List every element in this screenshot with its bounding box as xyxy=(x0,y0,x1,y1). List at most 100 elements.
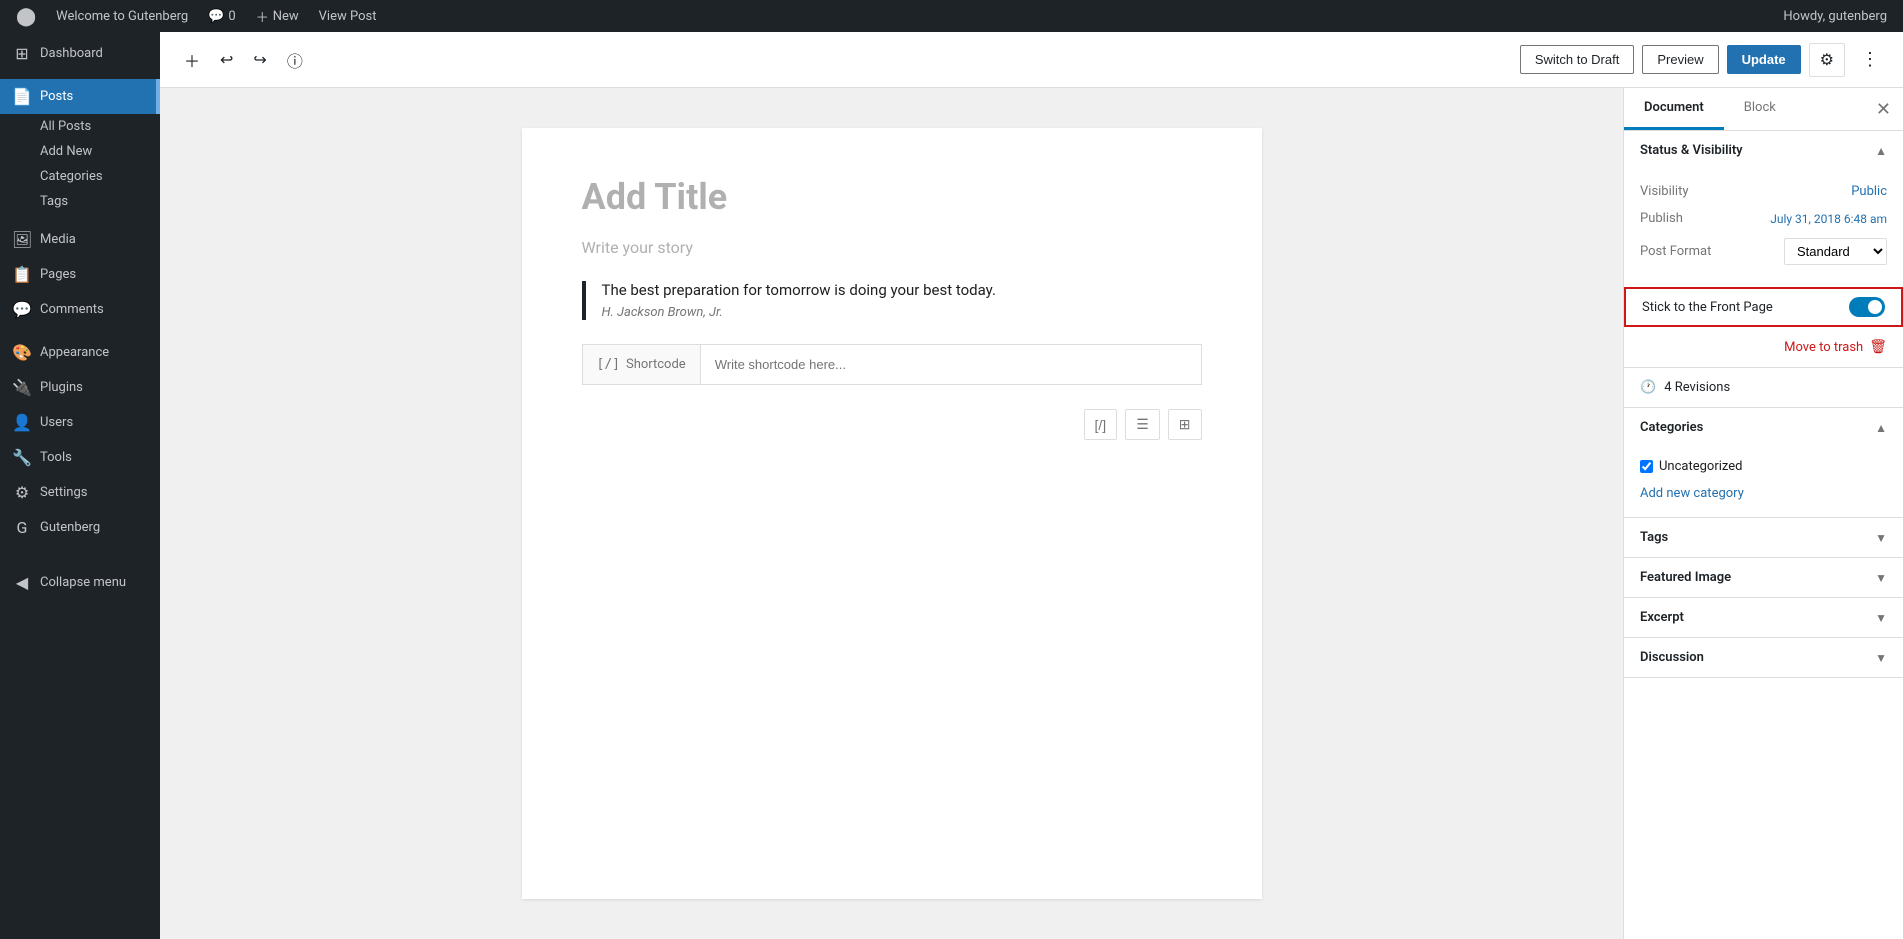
stick-toggle[interactable] xyxy=(1849,297,1885,317)
admin-bar: ⬤ Welcome to Gutenberg 💬 0 ＋ New View Po… xyxy=(0,0,1903,32)
comments-icon: 💬 xyxy=(12,300,32,319)
update-button[interactable]: Update xyxy=(1727,45,1801,74)
featured-image-title: Featured Image xyxy=(1640,570,1731,585)
gutenberg-icon: G xyxy=(12,518,32,537)
writing-area: Add Title Write your story The best prep… xyxy=(160,88,1623,939)
categories-label: Categories xyxy=(40,169,103,184)
sidebar-subitem-add-new[interactable]: Add New xyxy=(0,139,160,164)
insert-image-button[interactable]: ⊞ xyxy=(1168,409,1202,440)
shortcode-icon: [/] xyxy=(597,357,620,372)
sidebar-label-plugins: Plugins xyxy=(40,380,83,395)
sidebar: ⊞ Dashboard 📄 Posts All Posts Add New Ca… xyxy=(0,32,160,939)
panel-close-button[interactable]: ✕ xyxy=(1864,91,1903,128)
sidebar-subitem-categories[interactable]: Categories xyxy=(0,164,160,189)
info-button[interactable]: ⓘ xyxy=(279,42,311,78)
uncategorized-label: Uncategorized xyxy=(1659,459,1742,474)
add-block-button[interactable]: ＋ xyxy=(176,42,208,78)
status-visibility-header[interactable]: Status & Visibility ▲ xyxy=(1624,131,1903,170)
chevron-down-excerpt-icon: ▼ xyxy=(1875,611,1887,625)
sidebar-item-comments[interactable]: 💬 Comments xyxy=(0,292,160,327)
switch-to-draft-button[interactable]: Switch to Draft xyxy=(1520,45,1635,74)
admin-bar-wp-logo[interactable]: ⬤ xyxy=(8,0,44,32)
admin-bar-view-post-label: View Post xyxy=(319,9,377,24)
excerpt-header[interactable]: Excerpt ▼ xyxy=(1624,598,1903,637)
visibility-label: Visibility xyxy=(1640,184,1689,199)
chevron-down-discussion-icon: ▼ xyxy=(1875,651,1887,665)
sidebar-item-settings[interactable]: ⚙ Settings xyxy=(0,475,160,510)
uncategorized-checkbox[interactable] xyxy=(1640,460,1653,473)
sidebar-label-users: Users xyxy=(40,415,73,430)
post-format-label: Post Format xyxy=(1640,244,1711,259)
redo-button[interactable]: ↪ xyxy=(245,44,274,76)
more-options-button[interactable]: ⋮ xyxy=(1853,43,1887,76)
sidebar-item-dashboard[interactable]: ⊞ Dashboard xyxy=(0,36,160,71)
sidebar-item-gutenberg[interactable]: G Gutenberg xyxy=(0,510,160,545)
admin-bar-site[interactable]: Welcome to Gutenberg xyxy=(48,0,196,32)
admin-bar-view-post[interactable]: View Post xyxy=(311,0,385,32)
appearance-icon: 🎨 xyxy=(12,343,32,362)
sidebar-item-pages[interactable]: 📋 Pages xyxy=(0,257,160,292)
sidebar-item-plugins[interactable]: 🔌 Plugins xyxy=(0,370,160,405)
move-to-trash-link[interactable]: Move to trash xyxy=(1784,340,1863,355)
post-format-select[interactable]: Standard xyxy=(1784,238,1887,265)
tools-icon: 🔧 xyxy=(12,448,32,467)
sidebar-item-tools[interactable]: 🔧 Tools xyxy=(0,440,160,475)
status-visibility-title: Status & Visibility xyxy=(1640,143,1743,158)
posts-icon: 📄 xyxy=(12,87,32,106)
shortcode-input[interactable] xyxy=(701,345,1201,384)
insert-shortcode-button[interactable]: [/] xyxy=(1084,409,1118,440)
move-to-trash-area: Move to trash 🗑 xyxy=(1624,335,1903,367)
sidebar-item-collapse[interactable]: ◀ Collapse menu xyxy=(0,565,160,600)
sidebar-label-dashboard: Dashboard xyxy=(40,46,103,61)
sidebar-item-posts[interactable]: 📄 Posts xyxy=(0,79,160,114)
sidebar-item-users[interactable]: 👤 Users xyxy=(0,405,160,440)
add-new-category-link[interactable]: Add new category xyxy=(1640,486,1887,501)
discussion-title: Discussion xyxy=(1640,650,1704,665)
shortcode-label: [/] Shortcode xyxy=(583,345,701,384)
sidebar-subitem-all-posts[interactable]: All Posts xyxy=(0,114,160,139)
admin-bar-comments[interactable]: 💬 0 xyxy=(200,0,244,32)
sidebar-subitem-tags[interactable]: Tags xyxy=(0,189,160,214)
admin-bar-howdy: Howdy, gutenberg xyxy=(1775,9,1895,24)
blockquote-block: The best preparation for tomorrow is doi… xyxy=(582,281,1202,320)
preview-button[interactable]: Preview xyxy=(1642,45,1718,74)
section-featured-image: Featured Image ▼ xyxy=(1624,558,1903,598)
sidebar-label-posts: Posts xyxy=(40,89,73,104)
toggle-slider xyxy=(1849,297,1885,317)
tags-header[interactable]: Tags ▼ xyxy=(1624,518,1903,557)
sidebar-item-appearance[interactable]: 🎨 Appearance xyxy=(0,335,160,370)
sidebar-label-settings: Settings xyxy=(40,485,87,500)
add-block-area: [/] ☰ ⊞ xyxy=(582,401,1202,448)
publish-row: Publish July 31, 2018 6:48 am xyxy=(1640,205,1887,232)
section-discussion: Discussion ▼ xyxy=(1624,638,1903,678)
discussion-header[interactable]: Discussion ▼ xyxy=(1624,638,1903,677)
editor-toolbar: ＋ ↩ ↪ ⓘ Switch to Draft Preview Update ⚙… xyxy=(160,32,1903,88)
insert-table-button[interactable]: ☰ xyxy=(1125,409,1160,440)
shortcode-block: [/] Shortcode xyxy=(582,344,1202,385)
publish-value[interactable]: July 31, 2018 6:48 am xyxy=(1770,212,1887,226)
revisions-row[interactable]: 🕐 4 Revisions xyxy=(1624,368,1903,408)
sidebar-label-pages: Pages xyxy=(40,267,76,282)
publish-label: Publish xyxy=(1640,211,1683,226)
sidebar-item-media[interactable]: 🖼 Media xyxy=(0,222,160,257)
admin-bar-new[interactable]: ＋ New xyxy=(248,0,307,32)
featured-image-header[interactable]: Featured Image ▼ xyxy=(1624,558,1903,597)
settings-panel-button[interactable]: ⚙ xyxy=(1809,43,1845,77)
pages-icon: 📋 xyxy=(12,265,32,284)
categories-header[interactable]: Categories ▲ xyxy=(1624,408,1903,447)
tab-document[interactable]: Document xyxy=(1624,88,1724,130)
right-panel: Document Block ✕ Status & Visibility ▲ xyxy=(1623,88,1903,939)
chevron-down-featured-icon: ▼ xyxy=(1875,571,1887,585)
plugins-icon: 🔌 xyxy=(12,378,32,397)
undo-button[interactable]: ↩ xyxy=(212,44,241,76)
panel-header: Document Block ✕ xyxy=(1624,88,1903,131)
revisions-icon: 🕐 xyxy=(1640,380,1656,395)
tab-block[interactable]: Block xyxy=(1724,88,1796,130)
status-visibility-body: Visibility Public Publish July 31, 2018 … xyxy=(1624,170,1903,287)
post-title[interactable]: Add Title xyxy=(582,176,1202,218)
post-body-placeholder[interactable]: Write your story xyxy=(582,238,1202,257)
chevron-down-tags-icon: ▼ xyxy=(1875,531,1887,545)
admin-bar-site-label: Welcome to Gutenberg xyxy=(56,9,188,24)
visibility-value[interactable]: Public xyxy=(1851,184,1887,199)
settings-icon: ⚙ xyxy=(12,483,32,502)
